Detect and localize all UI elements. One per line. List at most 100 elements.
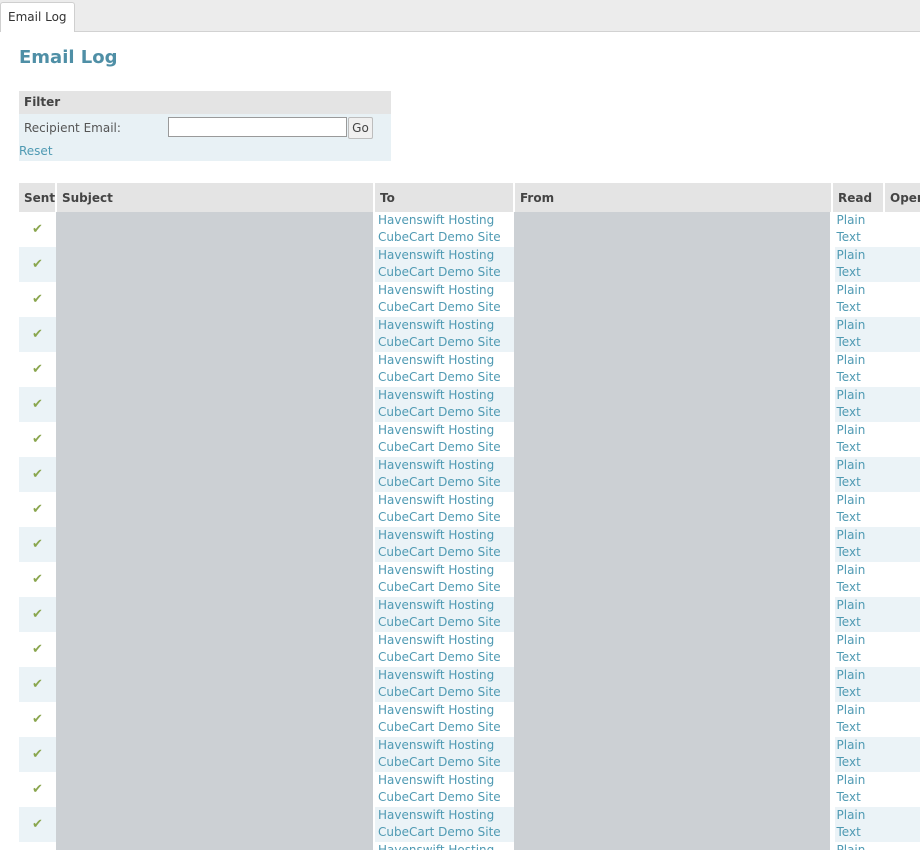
read-text-link[interactable]: Text [837, 824, 885, 841]
table-row: ✔ Havenswift HostingCubeCart Demo Site Pla… [19, 702, 920, 737]
recipient-name-link[interactable]: Havenswift Hosting [375, 772, 514, 789]
read-plain-link[interactable]: Plain [837, 212, 885, 229]
recipient-site-link[interactable]: CubeCart Demo Site [375, 649, 514, 666]
column-header-read[interactable]: Read [831, 183, 884, 212]
recipient-name-link[interactable]: Havenswift Hosting [375, 842, 514, 850]
recipient-site-link[interactable]: CubeCart Demo Site [375, 719, 514, 736]
recipient-site-link[interactable]: CubeCart Demo Site [375, 404, 514, 421]
recipient-site-link[interactable]: CubeCart Demo Site [375, 334, 514, 351]
recipient-name-link[interactable]: Havenswift Hosting [375, 632, 514, 649]
recipient-name-link[interactable]: Havenswift Hosting [375, 457, 514, 474]
read-plain-link[interactable]: Plain [837, 387, 885, 404]
read-cell: PlainText [829, 597, 885, 632]
recipient-site-link[interactable]: CubeCart Demo Site [375, 544, 514, 561]
column-header-subject[interactable]: Subject [55, 183, 374, 212]
recipient-name-link[interactable]: Havenswift Hosting [375, 422, 514, 439]
recipient-site-link[interactable]: CubeCart Demo Site [375, 229, 514, 246]
go-button[interactable]: Go [348, 117, 373, 139]
reset-link[interactable]: Reset [19, 144, 53, 158]
recipient-site-link[interactable]: CubeCart Demo Site [375, 754, 514, 771]
read-plain-link[interactable]: Plain [837, 527, 885, 544]
recipient-name-link[interactable]: Havenswift Hosting [375, 562, 514, 579]
read-text-link[interactable]: Text [837, 684, 885, 701]
read-plain-link[interactable]: Plain [837, 282, 885, 299]
read-text-link[interactable]: Text [837, 404, 885, 421]
read-plain-link[interactable]: Plain [837, 842, 885, 850]
recipient-name-link[interactable]: Havenswift Hosting [375, 527, 514, 544]
read-text-link[interactable]: Text [837, 544, 885, 561]
recipient-site-link[interactable]: CubeCart Demo Site [375, 509, 514, 526]
recipient-name-link[interactable]: Havenswift Hosting [375, 492, 514, 509]
read-text-link[interactable]: Text [837, 439, 885, 456]
recipient-site-link[interactable]: CubeCart Demo Site [375, 684, 514, 701]
read-text-link[interactable]: Text [837, 719, 885, 736]
column-header-to[interactable]: To [373, 183, 514, 212]
read-text-link[interactable]: Text [837, 334, 885, 351]
from-cell [514, 282, 832, 317]
to-cell: Havenswift HostingCubeCart Demo Site [373, 527, 514, 562]
recipient-site-link[interactable]: CubeCart Demo Site [375, 264, 514, 281]
column-header-open[interactable]: Open [883, 183, 920, 212]
read-cell: PlainText [829, 387, 885, 422]
read-text-link[interactable]: Text [837, 649, 885, 666]
read-plain-link[interactable]: Plain [837, 352, 885, 369]
recipient-site-link[interactable]: CubeCart Demo Site [375, 579, 514, 596]
recipient-name-link[interactable]: Havenswift Hosting [375, 737, 514, 754]
open-cell: ◎ [884, 562, 920, 597]
recipient-name-link[interactable]: Havenswift Hosting [375, 212, 514, 229]
read-text-link[interactable]: Text [837, 614, 885, 631]
column-header-from[interactable]: From [513, 183, 832, 212]
read-plain-link[interactable]: Plain [837, 492, 885, 509]
read-text-link[interactable]: Text [837, 369, 885, 386]
subject-cell [56, 702, 374, 737]
recipient-site-link[interactable]: CubeCart Demo Site [375, 299, 514, 316]
recipient-site-link[interactable]: CubeCart Demo Site [375, 614, 514, 631]
recipient-site-link[interactable]: CubeCart Demo Site [375, 824, 514, 841]
recipient-name-link[interactable]: Havenswift Hosting [375, 702, 514, 719]
from-cell [514, 667, 832, 702]
recipient-name-link[interactable]: Havenswift Hosting [375, 317, 514, 334]
read-text-link[interactable]: Text [837, 789, 885, 806]
recipient-site-link[interactable]: CubeCart Demo Site [375, 369, 514, 386]
recipient-site-link[interactable]: CubeCart Demo Site [375, 789, 514, 806]
table-row: ✔ Havenswift HostingCubeCart Demo Site Pla… [19, 807, 920, 842]
read-cell: PlainText [829, 667, 885, 702]
recipient-site-link[interactable]: CubeCart Demo Site [375, 439, 514, 456]
read-text-link[interactable]: Text [837, 474, 885, 491]
read-text-link[interactable]: Text [837, 229, 885, 246]
read-plain-link[interactable]: Plain [837, 772, 885, 789]
read-plain-link[interactable]: Plain [837, 702, 885, 719]
recipient-site-link[interactable]: CubeCart Demo Site [375, 474, 514, 491]
tab-email-log[interactable]: Email Log [0, 2, 75, 32]
recipient-name-link[interactable]: Havenswift Hosting [375, 667, 514, 684]
open-cell: ◎ [884, 247, 920, 282]
filter-heading: Filter [19, 91, 391, 114]
read-text-link[interactable]: Text [837, 754, 885, 771]
recipient-name-link[interactable]: Havenswift Hosting [375, 597, 514, 614]
sent-cell: ✔ [19, 842, 56, 850]
read-text-link[interactable]: Text [837, 264, 885, 281]
recipient-name-link[interactable]: Havenswift Hosting [375, 352, 514, 369]
read-plain-link[interactable]: Plain [837, 632, 885, 649]
read-plain-link[interactable]: Plain [837, 562, 885, 579]
read-plain-link[interactable]: Plain [837, 667, 885, 684]
recipient-name-link[interactable]: Havenswift Hosting [375, 282, 514, 299]
open-cell: ◎ [884, 527, 920, 562]
read-plain-link[interactable]: Plain [837, 422, 885, 439]
read-plain-link[interactable]: Plain [837, 737, 885, 754]
read-plain-link[interactable]: Plain [837, 247, 885, 264]
read-text-link[interactable]: Text [837, 579, 885, 596]
column-header-sent[interactable]: Sent [19, 183, 56, 212]
read-plain-link[interactable]: Plain [837, 317, 885, 334]
table-row: ✔ Havenswift HostingCubeCart Demo Site Pla… [19, 422, 920, 457]
recipient-name-link[interactable]: Havenswift Hosting [375, 247, 514, 264]
read-plain-link[interactable]: Plain [837, 807, 885, 824]
read-text-link[interactable]: Text [837, 509, 885, 526]
recipient-name-link[interactable]: Havenswift Hosting [375, 807, 514, 824]
read-plain-link[interactable]: Plain [837, 457, 885, 474]
check-icon: ✔ [32, 257, 43, 272]
read-plain-link[interactable]: Plain [837, 597, 885, 614]
recipient-email-input[interactable] [168, 117, 347, 137]
read-text-link[interactable]: Text [837, 299, 885, 316]
recipient-name-link[interactable]: Havenswift Hosting [375, 387, 514, 404]
